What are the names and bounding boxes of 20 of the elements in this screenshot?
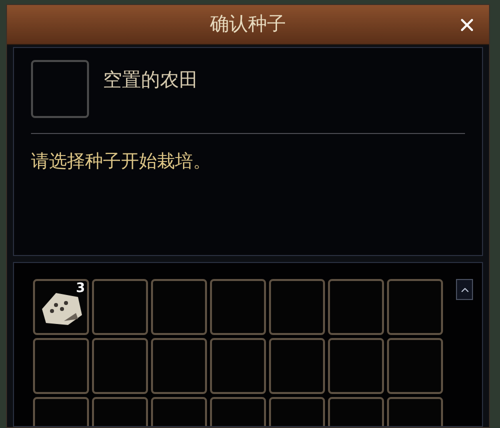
inventory-slot[interactable] [269,338,325,394]
instruction-text: 请选择种子开始栽培。 [31,150,212,174]
inventory-slot[interactable] [269,279,325,335]
inventory-slot[interactable] [151,279,207,335]
farm-label: 空置的农田 [103,68,198,93]
inventory-slot[interactable]: 3 [33,279,89,335]
scroll-up-button[interactable] [456,279,473,300]
inventory-slot[interactable] [210,279,266,335]
inventory-slot[interactable] [151,338,207,394]
inventory-slot[interactable] [92,338,148,394]
inventory-slot[interactable] [328,279,384,335]
window-title: 确认种子 [210,12,286,38]
inventory-slot[interactable] [387,338,443,394]
inventory-slot[interactable] [387,279,443,335]
inventory-slot[interactable] [92,279,148,335]
inventory-slot[interactable] [328,338,384,394]
farm-slot [31,60,89,118]
inventory-slot[interactable] [33,338,89,394]
item-count: 3 [76,281,85,298]
inventory-slot[interactable] [210,338,266,394]
